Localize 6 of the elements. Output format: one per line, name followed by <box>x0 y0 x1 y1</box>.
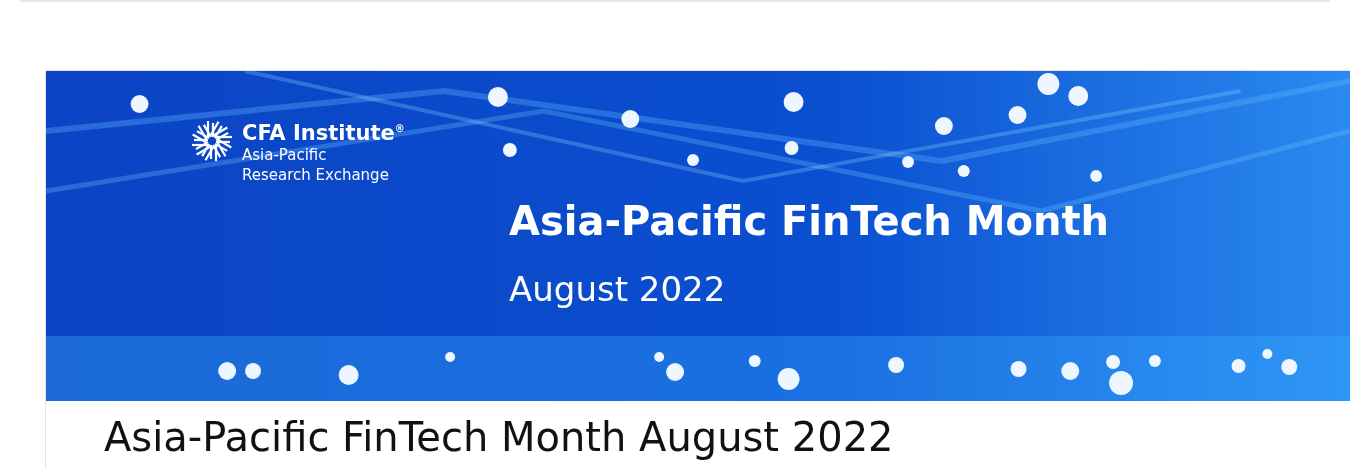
article-heading: Asia-Pacific FinTech Month August 2022 <box>104 413 895 461</box>
logo-name: CFA Institute$^{®}$ <box>242 120 405 145</box>
banner-title: Asia-Pacific FinTech Month <box>509 197 1110 246</box>
logo-subtitle: Research Exchange <box>242 165 390 185</box>
banner-subtitle: August 2022 <box>509 268 727 311</box>
logo-subtitle: Asia-Pacific <box>242 145 328 165</box>
